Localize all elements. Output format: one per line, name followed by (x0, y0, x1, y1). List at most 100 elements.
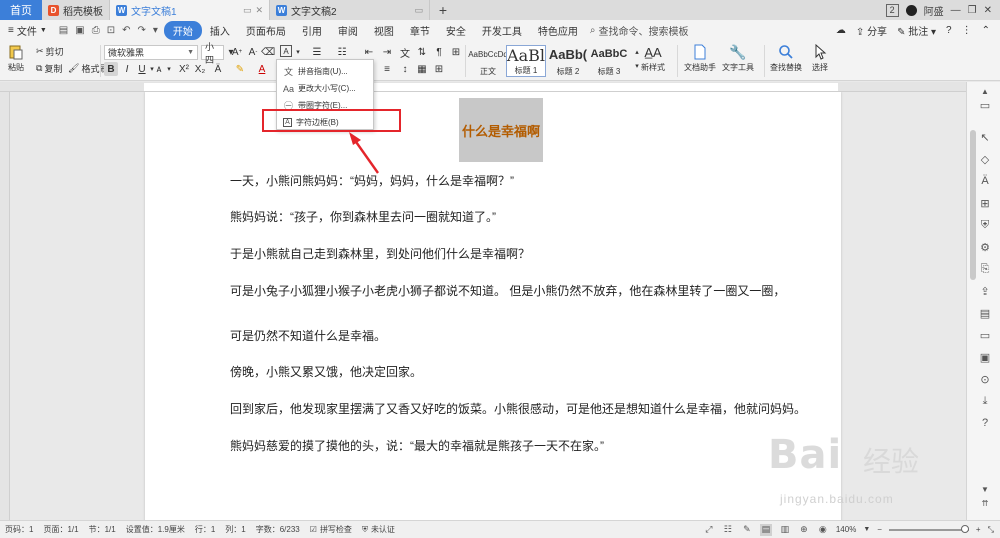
tab-chat-icon[interactable]: ▭ (243, 5, 252, 16)
zoom-level[interactable]: 140% (836, 525, 856, 534)
tab-document-2[interactable]: W 文字文稿2 ▭ (270, 0, 430, 20)
spell-check-button[interactable]: ☑ 拼写检查 (305, 524, 357, 535)
font-name-select[interactable]: 微软雅黑 ▼ (104, 45, 198, 60)
tab-page-layout[interactable]: 页面布局 (238, 23, 294, 38)
table-icon[interactable]: ⊞ (449, 45, 463, 59)
vertical-ruler[interactable] (0, 92, 10, 520)
location-icon[interactable]: ⊙ (978, 372, 992, 386)
file-menu[interactable]: ≡ 文件 ▼ (0, 23, 53, 38)
help-icon[interactable]: ? (946, 25, 952, 36)
split-view-icon[interactable]: ▭ (978, 98, 992, 112)
comment-panel-icon[interactable]: ▭ (978, 328, 992, 342)
avatar[interactable] (905, 4, 917, 16)
share-button[interactable]: ⇪ 分享 (856, 23, 887, 38)
undo-icon[interactable]: ↶ (122, 25, 130, 36)
scroll-up-icon[interactable]: ▲ (978, 84, 992, 98)
tab-view[interactable]: 视图 (366, 23, 402, 38)
eye-protect-icon[interactable]: ◉ (817, 524, 829, 536)
tab-references[interactable]: 引用 (294, 23, 330, 38)
share-panel-icon[interactable]: ⇪ (978, 284, 992, 298)
style-heading-3[interactable]: AaBbC 标题 3 (589, 45, 629, 77)
open-icon[interactable]: ▤ (59, 25, 68, 36)
style-normal[interactable]: AaBbCcDd 正文 (468, 45, 508, 77)
style-icon[interactable]: Ä (978, 174, 992, 188)
status-pages[interactable]: 页面：1/1 (38, 524, 83, 535)
doc-helper-button[interactable]: 文档助手 (684, 44, 716, 73)
paragraph[interactable]: 熊妈妈慈爱的摸了摸他的头，说：“最大的幸福就是熊孩子一天不在家。” (230, 437, 604, 454)
bullet-list-icon[interactable]: ☰ (310, 45, 324, 59)
clear-format-icon[interactable]: ⌫ (261, 45, 275, 59)
menu-item-change-case[interactable]: Aa 更改大小写(C)... (277, 80, 373, 97)
increase-indent-icon[interactable]: ⇥ (380, 45, 394, 59)
text-effect-icon[interactable]: Ä (211, 62, 225, 76)
print-icon[interactable]: ⎙ (92, 25, 100, 36)
outline-view-icon[interactable]: ☷ (722, 524, 734, 536)
read-view-icon[interactable]: ▥ (779, 524, 791, 536)
zoom-slider[interactable] (888, 524, 969, 533)
status-column[interactable]: 列：1 (220, 524, 250, 535)
table-tool-icon[interactable]: ⊞ (978, 196, 992, 210)
download-icon[interactable]: ⤓ (978, 394, 992, 408)
tab-security[interactable]: 安全 (438, 23, 474, 38)
tab-close-icon[interactable]: ✕ (255, 5, 263, 16)
zoom-dropdown-icon[interactable]: ▼ (863, 526, 870, 533)
redo-icon[interactable]: ↷ (137, 25, 145, 36)
horizontal-ruler[interactable] (0, 82, 1000, 92)
subscript-icon[interactable]: X₂ (193, 62, 207, 76)
window-count-badge[interactable]: 2 (885, 3, 899, 17)
scrollbar-thumb[interactable] (970, 130, 976, 280)
page-view-icon[interactable]: ▤ (759, 523, 772, 536)
menu-item-phonetic-guide[interactable]: 文 拼音指南(U)... (277, 63, 373, 80)
style-heading-1[interactable]: AaBl 标题 1 (506, 45, 546, 77)
find-replace-button[interactable]: 查找替换 (770, 44, 802, 73)
zoom-out-icon[interactable]: − (877, 525, 882, 534)
shrink-font-icon[interactable]: A- (246, 45, 260, 59)
bold-button[interactable]: B (104, 62, 118, 76)
italic-button[interactable]: I (120, 62, 134, 76)
user-name[interactable]: 阿盛 (924, 3, 944, 18)
fit-width-icon[interactable]: ⤡ (988, 525, 994, 535)
tab-daoke-template[interactable]: D 稻壳模板 (42, 0, 110, 20)
tab-start[interactable]: 开始 (163, 21, 202, 40)
settings-icon[interactable]: ⚙ (978, 240, 992, 254)
show-marks-icon[interactable]: ¶ (432, 45, 446, 59)
status-section[interactable]: 节：1/1 (84, 524, 121, 535)
tab-home[interactable]: 首页 (0, 0, 42, 20)
format-painter-button[interactable]: 🖌 格式刷 (68, 62, 108, 75)
document-panel-icon[interactable]: ▤ (978, 306, 992, 320)
document-page[interactable]: 什么是幸福啊 一天，小熊问熊妈妈：“妈妈，妈妈，什么是幸福啊？” 熊妈妈说：“孩… (145, 92, 841, 520)
font-color-icon[interactable]: A (255, 62, 269, 76)
text-tools-button[interactable]: 🔧 文字工具 (722, 44, 754, 73)
grow-font-icon[interactable]: A + (230, 45, 244, 59)
numbered-list-icon[interactable]: ☷ (335, 45, 349, 59)
paragraph[interactable]: 回到家后，他发现家里摆满了又香又好吃的饭菜。小熊很感动，可是他还是想知道什么是幸… (230, 400, 806, 417)
paragraph[interactable]: 可是仍然不知道什么是幸福。 (230, 327, 386, 344)
style-heading-2[interactable]: AaBb( 标题 2 (548, 45, 588, 77)
print-preview-icon[interactable]: ⊡ (107, 25, 115, 36)
web-view-icon[interactable]: ⊕ (798, 524, 810, 536)
shape-icon[interactable]: ◇ (978, 152, 992, 166)
maximize-icon[interactable]: ❐ (968, 5, 977, 16)
comment-button[interactable]: ✎ 批注 ▾ (897, 23, 936, 38)
help-panel-icon[interactable]: ? (978, 416, 992, 430)
paragraph[interactable]: 可是小兔子小狐狸小猴子小老虎小狮子都说不知道。 但是小熊仍然不放弃，他在森林里转… (230, 282, 785, 299)
save-icon[interactable]: ▣ (75, 25, 84, 36)
chinese-layout-icon[interactable]: 文 (398, 45, 412, 60)
image-panel-icon[interactable]: ▣ (978, 350, 992, 364)
more-icon[interactable]: ⋮ (962, 25, 972, 36)
status-word-count[interactable]: 字数：6/233 (251, 524, 305, 535)
paragraph[interactable]: 傍晚，小熊又累又饿，他决定回家。 (230, 363, 422, 380)
limit-edit-icon[interactable]: ⛨ (978, 218, 992, 232)
new-style-button[interactable]: A̲A 新样式 (641, 44, 665, 73)
tab-developer[interactable]: 开发工具 (474, 23, 530, 38)
backup-icon[interactable]: ⎘ (978, 262, 992, 276)
fullscreen-icon[interactable]: ⤢ (703, 524, 715, 536)
tab-features[interactable]: 特色应用 (530, 23, 586, 38)
document-title[interactable]: 什么是幸福啊 (459, 98, 543, 162)
line-spacing-icon[interactable]: ↕ (398, 62, 412, 76)
decrease-indent-icon[interactable]: ⇤ (362, 45, 376, 59)
new-tab-button[interactable]: + (430, 0, 456, 20)
status-page-number[interactable]: 页码：1 (0, 524, 38, 535)
superscript-icon[interactable]: X² (177, 62, 191, 76)
font-size-select[interactable]: 小四 (201, 42, 224, 65)
